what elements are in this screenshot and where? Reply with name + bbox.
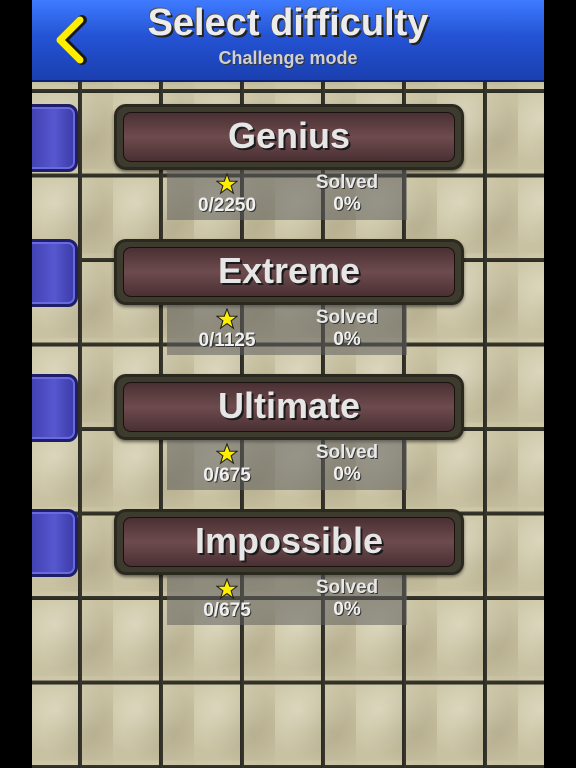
difficulty-row-extreme: Extreme 0/1125 Solved 0% [32, 237, 544, 367]
difficulty-row-ultimate: Ultimate 0/675 Solved 0% [32, 372, 544, 502]
solved-percent: 0% [333, 194, 361, 215]
difficulty-name: Impossible [194, 520, 384, 561]
difficulty-name: Extreme [217, 250, 361, 291]
solved-label: Solved [315, 172, 379, 193]
solved-label: Solved [315, 577, 379, 598]
page-title: Select difficulty [147, 2, 429, 44]
stars-count: 0/1125 [198, 330, 256, 351]
stats-panel: 0/675 Solved 0% [167, 440, 407, 490]
stats-panel: 0/1125 Solved 0% [167, 305, 407, 355]
solved-stat: Solved 0% [287, 575, 407, 625]
header-bar: Select difficulty Challenge mode [32, 0, 544, 82]
difficulty-button-ultimate[interactable]: Ultimate [114, 374, 464, 440]
stats-panel: 0/675 Solved 0% [167, 575, 407, 625]
stars-count: 0/2250 [197, 195, 257, 216]
stars-count: 0/675 [203, 465, 251, 486]
page-subtitle: Challenge mode [218, 48, 358, 68]
side-tab [32, 374, 78, 442]
side-tab [32, 104, 78, 172]
star-icon [216, 578, 238, 600]
difficulty-name: Genius [227, 115, 351, 156]
solved-stat: Solved 0% [287, 170, 407, 220]
solved-label: Solved [315, 442, 379, 463]
star-icon [216, 443, 238, 465]
stars-stat: 0/2250 [167, 170, 287, 220]
solved-percent: 0% [333, 599, 361, 620]
star-icon [216, 308, 238, 330]
game-board-background: Select difficulty Challenge mode Genius … [32, 0, 544, 768]
stars-stat: 0/675 [167, 575, 287, 625]
solved-stat: Solved 0% [287, 440, 407, 490]
difficulty-row-impossible: Impossible 0/675 Solved 0% [32, 507, 544, 637]
difficulty-name: Ultimate [217, 385, 361, 426]
stars-stat: 0/675 [167, 440, 287, 490]
solved-label: Solved [315, 307, 379, 328]
difficulty-button-genius[interactable]: Genius [114, 104, 464, 170]
star-icon [216, 173, 238, 195]
solved-percent: 0% [333, 464, 361, 485]
side-tab [32, 239, 78, 307]
solved-stat: Solved 0% [287, 305, 407, 355]
stars-count: 0/675 [203, 600, 251, 621]
stats-panel: 0/2250 Solved 0% [167, 170, 407, 220]
difficulty-row-genius: Genius 0/2250 Solved 0% [32, 102, 544, 232]
difficulty-button-extreme[interactable]: Extreme [114, 239, 464, 305]
stars-stat: 0/1125 [167, 305, 287, 355]
side-tab [32, 509, 78, 577]
difficulty-button-impossible[interactable]: Impossible [114, 509, 464, 575]
solved-percent: 0% [333, 329, 361, 350]
